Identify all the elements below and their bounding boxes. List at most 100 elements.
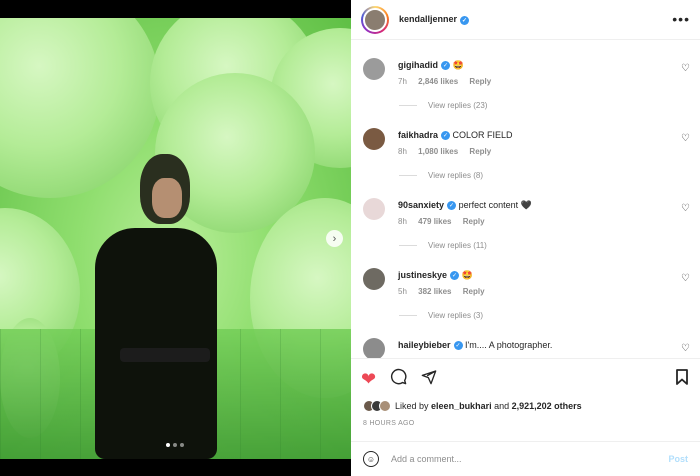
comment-likes[interactable]: 2,846 likes [418, 77, 458, 86]
heart-outline-icon[interactable]: ♡ [681, 133, 690, 144]
comment-item: justineskye ✓ 🤩 5h 382 likes Reply ♡ View… [351, 250, 700, 320]
view-replies-label[interactable]: View replies (23) [428, 101, 487, 110]
comment-text: gigihadid ✓ 🤩 [398, 60, 464, 71]
comment-meta: 8h 479 likes Reply [398, 217, 494, 226]
heart-outline-icon[interactable]: ♡ [681, 63, 690, 74]
comment-avatar[interactable] [363, 268, 385, 290]
view-replies-label[interactable]: View replies (3) [428, 311, 483, 320]
comment-icon[interactable] [390, 368, 407, 390]
comment-text: haileybieber ✓ I'm.... A photographer. [398, 340, 553, 351]
comment-avatar[interactable] [363, 128, 385, 150]
view-replies-button[interactable]: View replies (8) [399, 171, 483, 180]
reply-button[interactable]: Reply [469, 77, 491, 86]
comment-username[interactable]: justineskye [398, 270, 447, 280]
comment-username[interactable]: faikhadra [398, 130, 438, 140]
view-replies-label[interactable]: View replies (11) [428, 241, 487, 250]
verified-badge-icon: ✓ [450, 271, 460, 281]
bookmark-icon[interactable] [676, 369, 688, 385]
verified-badge-icon: ✓ [447, 201, 457, 211]
chevron-right-icon: › [332, 232, 337, 245]
heart-filled-icon[interactable]: ❤ [361, 370, 376, 388]
comment-text: 90sanxiety ✓ perfect content 🖤 [398, 200, 532, 211]
comment-meta: 5h 382 likes Reply [398, 287, 494, 296]
comment-text: justineskye ✓ 🤩 [398, 270, 473, 281]
divider [399, 245, 417, 246]
comment-meta: 8h 1,080 likes Reply [398, 147, 500, 156]
carousel-dot [166, 443, 170, 447]
comment-avatar[interactable] [363, 338, 385, 358]
reply-button[interactable]: Reply [463, 217, 485, 226]
comment-time[interactable]: 7h [398, 77, 407, 86]
emoji-icon[interactable]: ☺ [363, 451, 379, 467]
comment-item: faikhadra ✓ COLOR FIELD 8h 1,080 likes Re… [351, 110, 700, 180]
likes-summary[interactable]: Liked by eleen_bukhari and 2,921,202 oth… [363, 400, 582, 412]
liked-by-label: Liked by [395, 401, 429, 411]
and-label: and [494, 401, 510, 411]
verified-badge-icon: ✓ [453, 341, 463, 351]
person-body [95, 228, 217, 459]
post-timestamp[interactable]: 8 HOURS AGO [363, 420, 415, 427]
comment-item: haileybieber ✓ I'm.... A photographer. ♡ [351, 320, 700, 358]
liker-username[interactable]: eleen_bukhari [431, 401, 492, 411]
next-image-button[interactable]: › [326, 230, 343, 247]
comments-list[interactable]: gigihadid ✓ 🤩 7h 2,846 likes Reply ♡ View… [351, 40, 700, 358]
comment-body: I'm.... A photographer. [465, 340, 553, 350]
carousel-dot [180, 443, 184, 447]
comment-time[interactable]: 8h [398, 147, 407, 156]
comment-body: COLOR FIELD [452, 130, 513, 140]
post-panel: kendalljenner ✓ ••• gigihadid ✓ 🤩 7h 2,846… [351, 0, 700, 476]
comment-username[interactable]: haileybieber [398, 340, 451, 350]
comment-avatar[interactable] [363, 198, 385, 220]
story-ring[interactable] [361, 5, 389, 34]
person-belt [120, 348, 210, 362]
avatar [363, 7, 387, 32]
carousel-dots [166, 443, 184, 447]
verified-badge-icon: ✓ [460, 15, 470, 25]
post-author[interactable]: kendalljenner ✓ [399, 14, 470, 25]
heart-outline-icon[interactable]: ♡ [681, 203, 690, 214]
heart-outline-icon[interactable]: ♡ [681, 343, 690, 354]
comment-item: 90sanxiety ✓ perfect content 🖤 8h 479 lik… [351, 180, 700, 250]
carousel-dot [173, 443, 177, 447]
comment-time[interactable]: 8h [398, 217, 407, 226]
reply-button[interactable]: Reply [463, 287, 485, 296]
comment-likes[interactable]: 479 likes [418, 217, 451, 226]
liker-avatar [379, 400, 391, 412]
balloon [0, 18, 160, 198]
action-row: ❤ [361, 368, 437, 390]
divider [399, 105, 417, 106]
view-replies-button[interactable]: View replies (23) [399, 101, 487, 110]
divider [399, 175, 417, 176]
verified-badge-icon: ✓ [441, 131, 451, 141]
heart-outline-icon[interactable]: ♡ [681, 273, 690, 284]
comment-likes[interactable]: 382 likes [418, 287, 451, 296]
comment-likes[interactable]: 1,080 likes [418, 147, 458, 156]
comment-username[interactable]: gigihadid [398, 60, 438, 70]
reply-button[interactable]: Reply [469, 147, 491, 156]
view-replies-label[interactable]: View replies (8) [428, 171, 483, 180]
more-horizontal-icon[interactable]: ••• [672, 11, 690, 27]
comment-input[interactable] [391, 454, 641, 464]
comment-item: gigihadid ✓ 🤩 7h 2,846 likes Reply ♡ View… [351, 40, 700, 110]
likes-text: Liked by eleen_bukhari and 2,921,202 oth… [395, 401, 582, 411]
comment-meta: 7h 2,846 likes Reply [398, 77, 500, 86]
post-header: kendalljenner ✓ ••• [351, 0, 700, 40]
post-author-username[interactable]: kendalljenner [399, 14, 457, 24]
share-icon[interactable] [421, 369, 437, 390]
post-button[interactable]: Post [668, 454, 688, 464]
comment-body: perfect content 🖤 [458, 200, 532, 210]
comment-username[interactable]: 90sanxiety [398, 200, 444, 210]
comment-text: faikhadra ✓ COLOR FIELD [398, 130, 513, 141]
view-replies-button[interactable]: View replies (3) [399, 311, 483, 320]
verified-badge-icon: ✓ [441, 61, 450, 71]
comment-body: 🤩 [461, 270, 473, 280]
post-image[interactable]: › [0, 18, 351, 459]
comment-avatar[interactable] [363, 58, 385, 80]
add-comment-bar: ☺ Post [351, 441, 700, 476]
likes-count[interactable]: 2,921,202 others [512, 401, 582, 411]
person-face [152, 178, 182, 218]
view-replies-button[interactable]: View replies (11) [399, 241, 487, 250]
divider [399, 315, 417, 316]
comment-body: 🤩 [452, 60, 464, 70]
comment-time[interactable]: 5h [398, 287, 407, 296]
